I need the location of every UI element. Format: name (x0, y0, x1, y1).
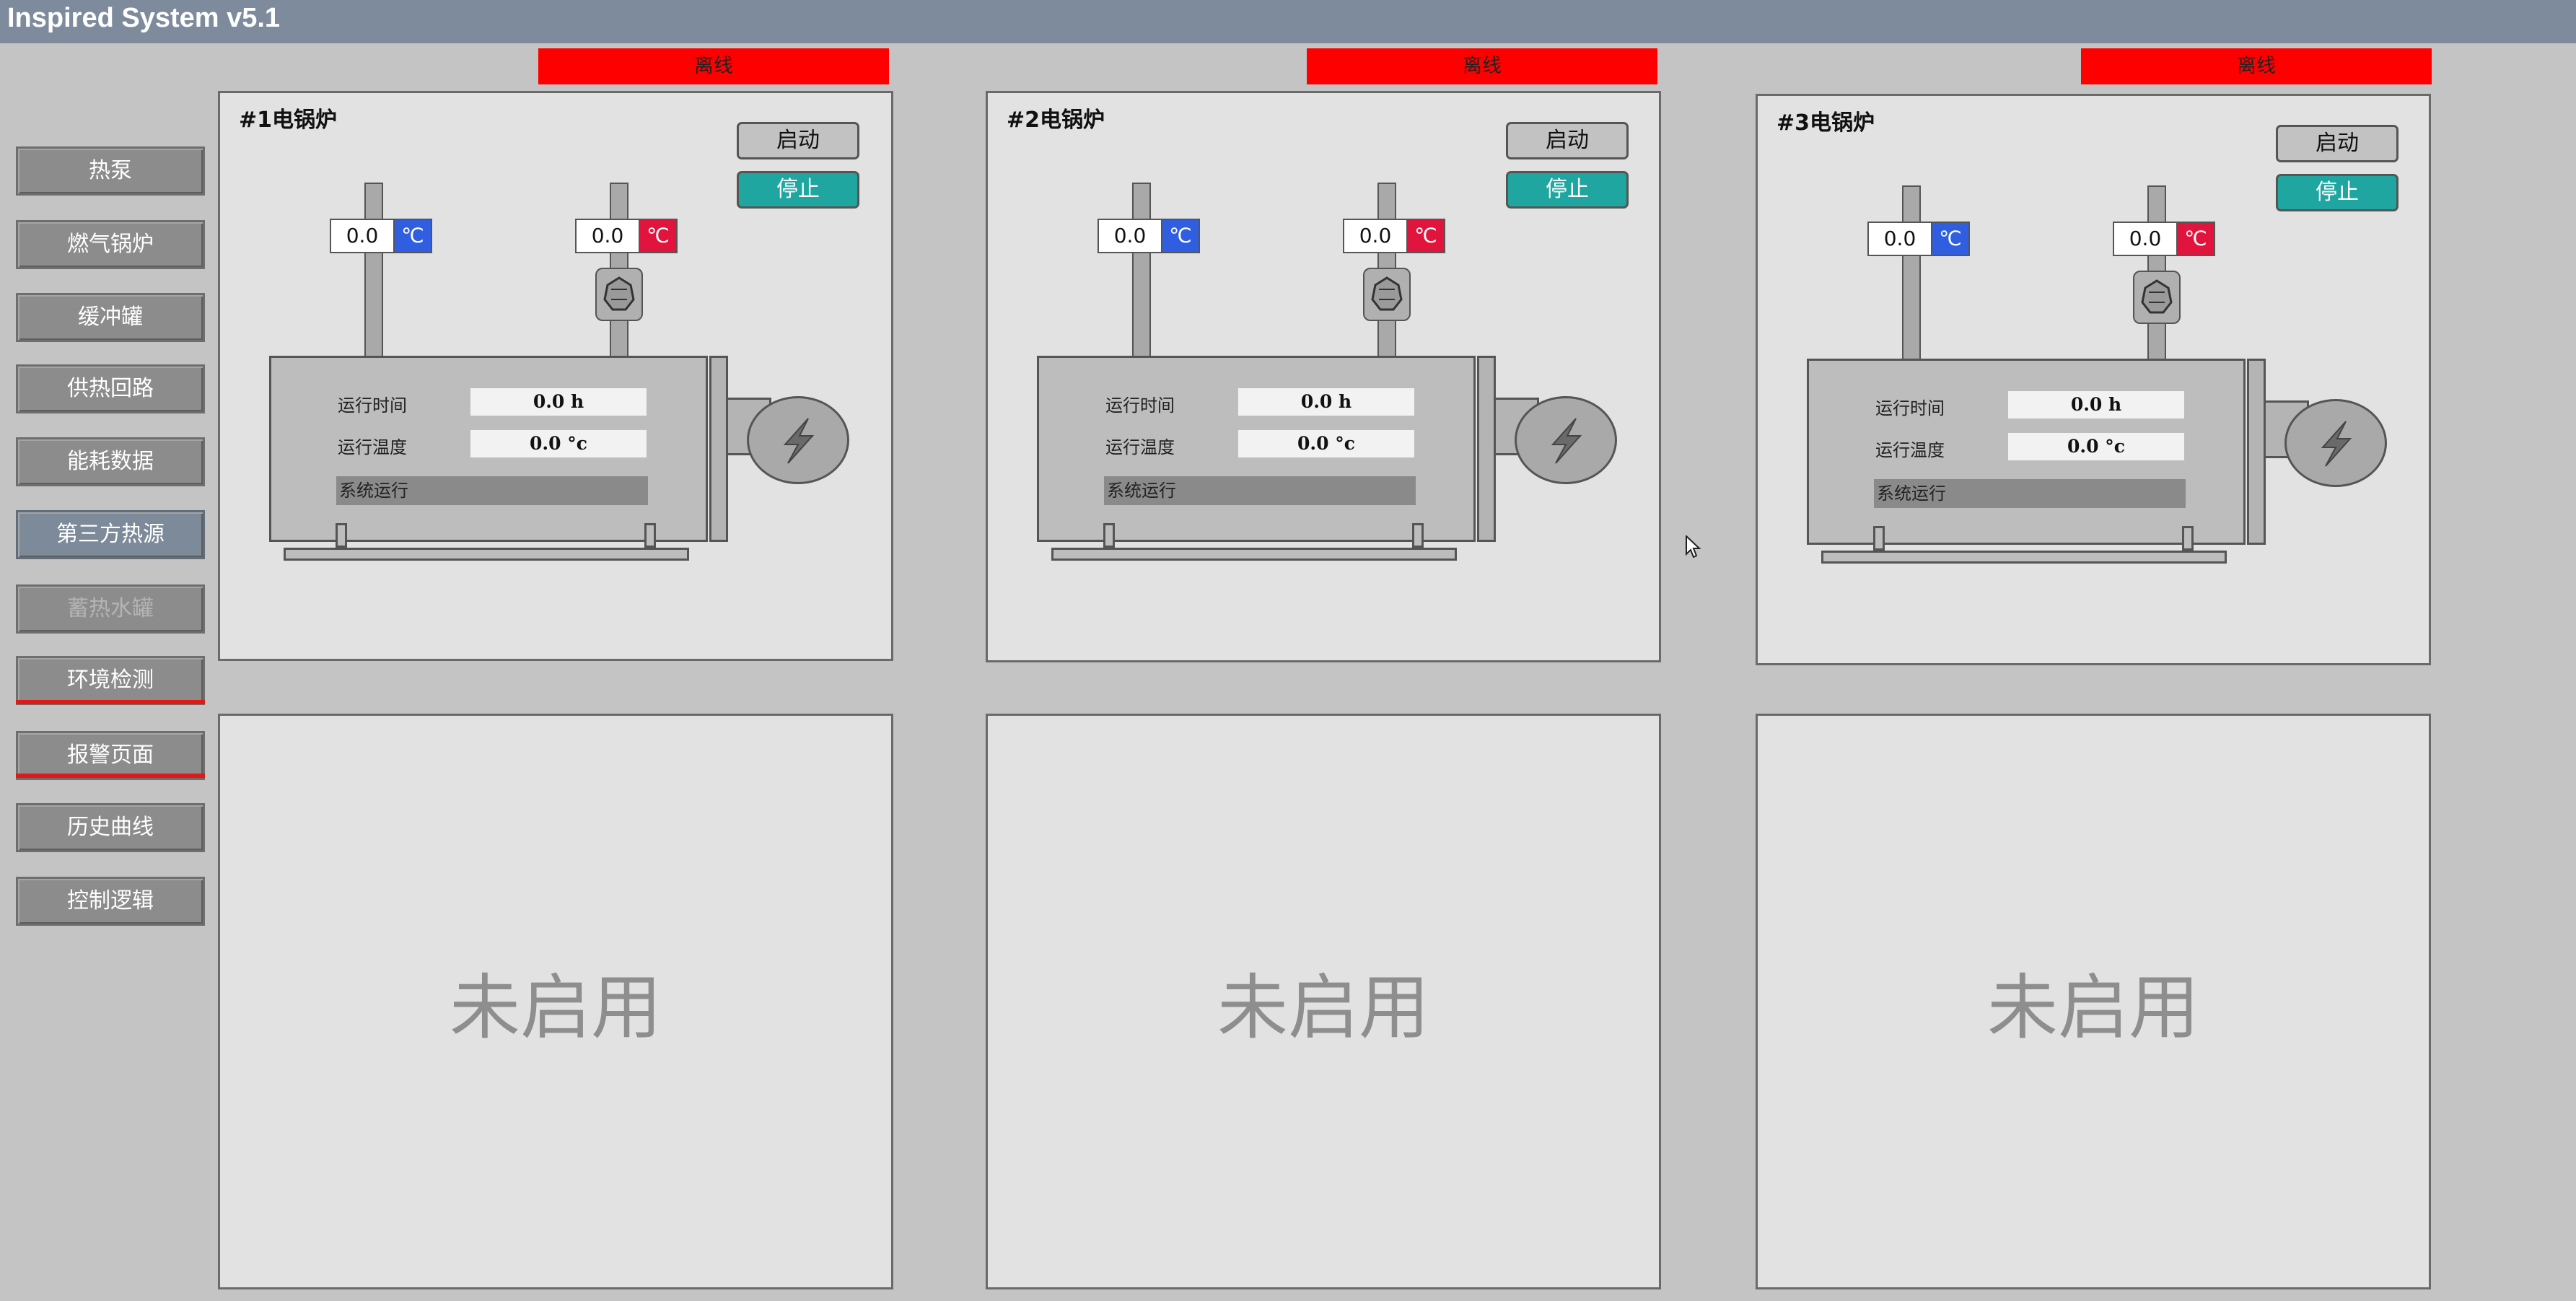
nav-gas-boiler-button[interactable]: 燃气锅炉 (16, 220, 205, 269)
not-enabled-label: 未启用 (1217, 967, 1429, 1049)
return-temp-display: 0.0 ℃ (575, 219, 680, 253)
return-temp-value: 0.0 (1343, 219, 1408, 253)
start-button[interactable]: 启动 (2276, 125, 2398, 162)
nav-energy-data-button[interactable]: 能耗数据 (16, 437, 205, 486)
boiler-foot (1412, 523, 1424, 548)
boiler-foot (1873, 526, 1885, 551)
supply-temp-unit: ℃ (1931, 222, 1970, 256)
boiler-status-badge: 离线 (1307, 48, 1657, 84)
return-temp-value: 0.0 (575, 219, 640, 253)
run-time-value: 0.0 h (470, 388, 647, 416)
return-temp-unit: ℃ (1406, 219, 1445, 253)
not-enabled-label: 未启用 (1986, 967, 2199, 1049)
boiler-base (1821, 551, 2227, 564)
return-temp-unit: ℃ (2176, 222, 2215, 256)
nav-heating-loop-button[interactable]: 供热回路 (16, 364, 205, 413)
boiler-body: 运行时间 0.0 h 运行温度 0.0 °c 系统运行 (1807, 359, 2246, 545)
supply-temp-display: 0.0 ℃ (1867, 222, 1973, 256)
boiler-foot (2182, 526, 2194, 551)
boiler-status-badge: 离线 (2081, 48, 2432, 84)
title-bar: Inspired System v5.1 (0, 0, 2576, 43)
nav-environment-button[interactable]: 环境检测 (16, 656, 205, 705)
disabled-panel: 未启用 (1756, 714, 2431, 1289)
return-temp-value: 0.0 (2113, 222, 2178, 256)
boiler-panel: #2电锅炉 启动 停止 0.0 ℃ 0.0 ℃ 运行时间 0.0 h 运行温度 … (986, 91, 1661, 662)
supply-temp-unit: ℃ (1161, 219, 1200, 253)
nav-history-curve-button[interactable]: 历史曲线 (16, 803, 205, 852)
nav-control-logic-button[interactable]: 控制逻辑 (16, 877, 205, 926)
run-time-value: 0.0 h (2008, 391, 2184, 419)
boiler-status-badge: 离线 (538, 48, 889, 84)
boiler-base (284, 548, 689, 561)
return-temp-display: 0.0 ℃ (1343, 219, 1448, 253)
disabled-panel: 未启用 (218, 714, 893, 1289)
alarm-underline (16, 700, 205, 704)
supply-temp-value: 0.0 (1098, 219, 1162, 253)
disabled-panel: 未启用 (986, 714, 1661, 1289)
boiler-flange (709, 356, 728, 542)
run-time-label: 运行时间 (1105, 395, 1175, 416)
boiler-foot (336, 523, 347, 548)
pump-valve-icon[interactable] (2133, 271, 2181, 324)
nav-heat-storage-tank-button[interactable]: 蓄热水罐 (16, 584, 205, 634)
return-temp-unit: ℃ (639, 219, 678, 253)
nav-heat-pump-button[interactable]: 热泵 (16, 146, 205, 196)
nav-third-party-heat-button[interactable]: 第三方热源 (16, 510, 205, 559)
boiler-flange (2247, 359, 2266, 545)
not-enabled-label: 未启用 (449, 967, 662, 1049)
system-run-status: 系统运行 (1104, 476, 1416, 505)
nav-buffer-tank-button[interactable]: 缓冲罐 (16, 293, 205, 342)
boiler-base (1051, 548, 1457, 561)
run-time-value: 0.0 h (1238, 388, 1414, 416)
supply-pipe (1902, 185, 1921, 362)
start-button[interactable]: 启动 (737, 122, 859, 159)
nav-alarm-button[interactable]: 报警页面 (16, 731, 205, 780)
supply-temp-value: 0.0 (1867, 222, 1932, 256)
boiler-title: #2电锅炉 (1007, 108, 1105, 133)
run-time-label: 运行时间 (338, 395, 407, 416)
supply-pipe (364, 183, 383, 359)
boiler-flange (1477, 356, 1496, 542)
boiler-body: 运行时间 0.0 h 运行温度 0.0 °c 系统运行 (1037, 356, 1476, 542)
supply-temp-display: 0.0 ℃ (1098, 219, 1203, 253)
boiler-body: 运行时间 0.0 h 运行温度 0.0 °c 系统运行 (269, 356, 708, 542)
boiler-panel: #1电锅炉 启动 停止 0.0 ℃ 0.0 ℃ 运行时间 0.0 h 运行温度 … (218, 91, 893, 661)
run-time-label: 运行时间 (1875, 398, 1945, 419)
system-run-status: 系统运行 (336, 476, 648, 505)
stop-button[interactable]: 停止 (1506, 171, 1629, 209)
run-temp-value: 0.0 °c (1238, 430, 1414, 457)
supply-temp-unit: ℃ (393, 219, 432, 253)
app-title: Inspired System v5.1 (7, 3, 281, 33)
run-temp-label: 运行温度 (1105, 437, 1175, 457)
start-button[interactable]: 启动 (1506, 122, 1629, 159)
boiler-panel: #3电锅炉 启动 停止 0.0 ℃ 0.0 ℃ 运行时间 0.0 h 运行温度 … (1756, 94, 2431, 665)
run-temp-label: 运行温度 (338, 437, 407, 457)
mouse-cursor-icon (1686, 534, 1701, 561)
alarm-underline (16, 774, 205, 778)
fan-icon (1515, 396, 1617, 484)
run-temp-label: 运行温度 (1875, 440, 1945, 460)
run-temp-value: 0.0 °c (2008, 433, 2184, 460)
boiler-foot (644, 523, 656, 548)
run-temp-value: 0.0 °c (470, 430, 647, 457)
fan-icon (2284, 399, 2387, 487)
system-run-status: 系统运行 (1874, 479, 2186, 508)
boiler-title: #1电锅炉 (239, 108, 338, 133)
return-temp-display: 0.0 ℃ (2113, 222, 2218, 256)
supply-pipe (1132, 183, 1151, 359)
boiler-foot (1103, 523, 1115, 548)
fan-icon (747, 396, 849, 484)
pump-valve-icon[interactable] (595, 268, 643, 321)
supply-temp-value: 0.0 (330, 219, 395, 253)
boiler-title: #3电锅炉 (1777, 110, 1875, 136)
supply-temp-display: 0.0 ℃ (330, 219, 435, 253)
stop-button[interactable]: 停止 (2276, 174, 2398, 211)
pump-valve-icon[interactable] (1363, 268, 1411, 321)
stop-button[interactable]: 停止 (737, 171, 859, 209)
